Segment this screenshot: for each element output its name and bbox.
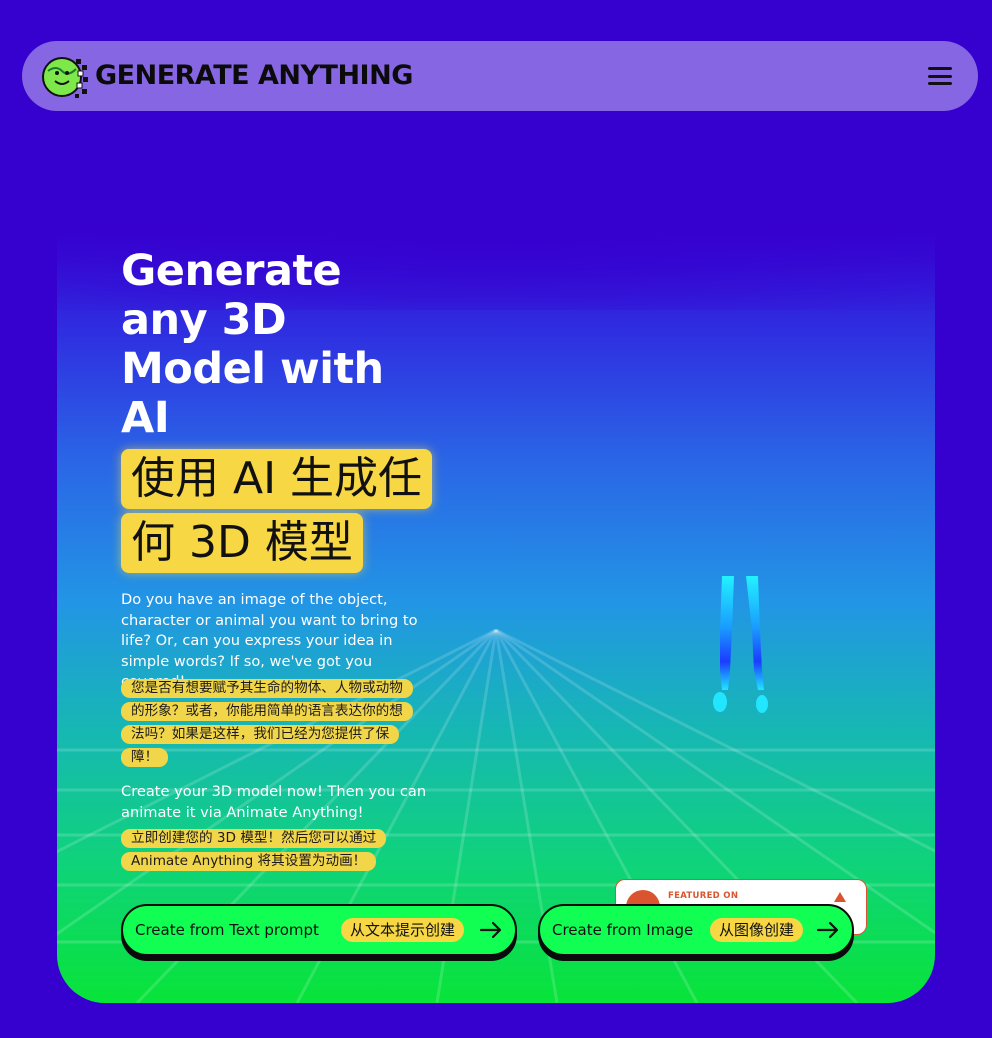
arrow-right-icon (816, 921, 839, 939)
create-from-image-button[interactable]: Create from Image 从图像创建 (538, 904, 854, 956)
button-label: Create from Text prompt (135, 921, 319, 939)
top-navbar: GENERATE ANYTHING (22, 41, 978, 111)
cta-paragraph-zh: 立即创建您的 3D 模型！然后您可以通过 Animate Anything 将其… (121, 827, 441, 873)
zh-title-line: 使用 AI 生成任 (121, 449, 433, 509)
smiley-globe-logo-icon[interactable] (42, 53, 90, 101)
intro-paragraph-zh: 您是否有想要赋予其生命的物体、人物或动物 的形象？或者，你能用简单的语言表达你的… (121, 677, 441, 769)
zh-line: Animate Anything 将其设置为动画！ (121, 852, 377, 871)
button-label: Create from Image (552, 921, 694, 939)
zh-line: 的形象？或者，你能用简单的语言表达你的想 (121, 702, 413, 721)
create-from-text-button[interactable]: Create from Text prompt 从文本提示创建 (121, 904, 517, 956)
brand-name[interactable]: GENERATE ANYTHING (95, 60, 413, 92)
upvote-triangle-icon (834, 892, 846, 902)
zh-line: 立即创建您的 3D 模型！然后您可以通过 (121, 829, 387, 848)
button-label-zh: 从文本提示创建 (341, 918, 465, 942)
cta-paragraph: Create your 3D model now! Then you can a… (121, 783, 427, 821)
3d-model-preview[interactable] (706, 570, 776, 720)
zh-line: 您是否有想要赋予其生命的物体、人物或动物 (121, 679, 413, 698)
hero-headline-zh: 使用 AI 生成任 何 3D 模型 (121, 449, 441, 577)
arrow-right-icon (479, 921, 502, 939)
hero-headline: Generate any 3D Model with AI (121, 246, 384, 443)
hamburger-menu-icon[interactable] (928, 67, 952, 85)
zh-title-line: 何 3D 模型 (121, 513, 363, 573)
badge-text: FEATURED ON (668, 891, 739, 901)
button-label-zh: 从图像创建 (710, 918, 804, 942)
zh-line: 法吗？如果是这样，我们已经为您提供了保 (121, 725, 400, 744)
zh-line: 障！ (121, 748, 169, 767)
